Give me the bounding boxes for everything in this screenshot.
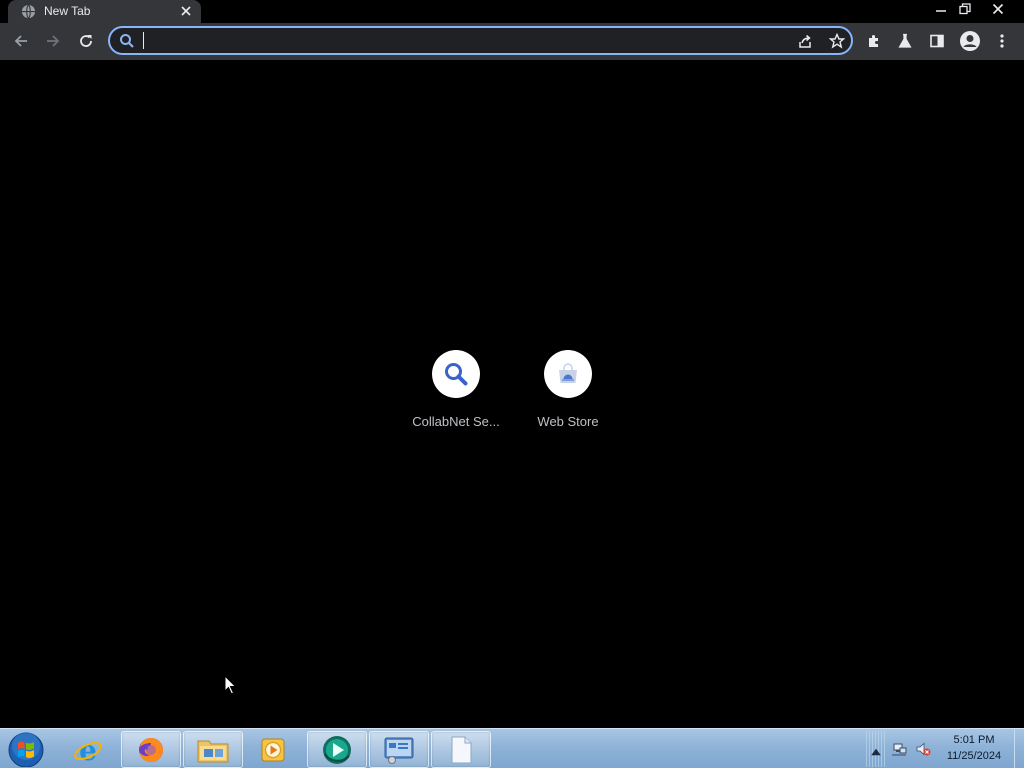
folder-icon: [197, 740, 229, 762]
tab-strip: New Tab: [0, 0, 1024, 23]
browser-menu-button[interactable]: [989, 28, 1015, 54]
shortcut-collabnet-search[interactable]: CollabNet Se...: [400, 350, 512, 440]
taskbar-media-player[interactable]: [243, 731, 303, 768]
share-button[interactable]: [792, 28, 818, 54]
globe-icon: [21, 4, 36, 19]
browser-toolbar: [0, 23, 1024, 60]
share-icon: [799, 34, 811, 48]
restore-button[interactable]: [950, 0, 980, 17]
shortcut-tile: [432, 350, 480, 398]
search-icon: [445, 363, 468, 386]
screen: New Tab CollabNet Se... Web Store e 5:01…: [0, 0, 1024, 768]
volume-muted-icon[interactable]: [915, 741, 931, 757]
window-close-button[interactable]: [983, 0, 1013, 17]
labs-button[interactable]: [892, 28, 918, 54]
clock-time: 5:01 PM: [953, 734, 995, 746]
firefox-icon: [139, 737, 163, 762]
tab-new-tab[interactable]: New Tab: [8, 0, 201, 23]
taskbar-document[interactable]: [431, 731, 491, 768]
tab-title: New Tab: [44, 4, 91, 18]
back-button[interactable]: [8, 28, 34, 54]
avatar-icon: [960, 31, 980, 51]
reload-icon: [80, 35, 92, 47]
show-hidden-icons-icon[interactable]: [868, 744, 884, 760]
kebab-menu-icon: [1000, 34, 1004, 48]
shortcut-web-store[interactable]: Web Store: [512, 350, 624, 440]
mouse-pointer-icon: [224, 675, 237, 695]
taskbar-control-panel[interactable]: [369, 731, 429, 768]
extensions-button[interactable]: [861, 28, 887, 54]
address-input[interactable]: [142, 31, 782, 51]
web-store-icon: [559, 363, 577, 383]
profile-button[interactable]: [957, 28, 983, 54]
side-panel-icon: [930, 34, 944, 48]
minimize-icon: [936, 9, 946, 12]
internet-explorer-icon: e: [74, 735, 102, 765]
text-caret: [143, 32, 144, 49]
arrow-right-icon: [47, 35, 60, 47]
close-icon: [992, 3, 1004, 14]
shortcut-label: Web Store: [537, 414, 599, 429]
omnibox[interactable]: [108, 26, 853, 55]
puzzle-icon: [869, 35, 878, 47]
start-button[interactable]: [6, 731, 46, 768]
shortcut-tile: [544, 350, 592, 398]
taskbar-firefox[interactable]: [121, 731, 181, 768]
document-icon: [451, 736, 472, 763]
taskbar: e 5:01 PM 11/25/2024: [0, 728, 1024, 768]
close-icon[interactable]: [178, 3, 194, 19]
star-icon: [829, 33, 845, 49]
forward-button[interactable]: [40, 28, 66, 54]
control-panel-icon: [384, 737, 414, 764]
show-desktop-button[interactable]: [1014, 729, 1024, 768]
flask-icon: [898, 33, 912, 48]
side-panel-button[interactable]: [924, 28, 950, 54]
reload-button[interactable]: [73, 28, 99, 54]
windows-start-icon: [8, 732, 44, 768]
network-icon[interactable]: [891, 741, 907, 757]
taskbar-file-explorer[interactable]: [183, 731, 243, 768]
shortcut-label: CollabNet Se...: [412, 414, 500, 429]
taskbar-internet-explorer[interactable]: e: [58, 731, 118, 768]
taskbar-clock[interactable]: 5:01 PM 11/25/2024: [940, 732, 1008, 764]
bookmark-button[interactable]: [824, 28, 850, 54]
taskbar-app[interactable]: [307, 731, 367, 768]
restore-icon: [959, 2, 971, 14]
media-player-icon: [261, 738, 285, 761]
teal-app-icon: [323, 735, 351, 764]
search-icon: [119, 33, 135, 49]
svg-text:e: e: [79, 735, 97, 765]
clock-date: 11/25/2024: [946, 750, 1002, 762]
arrow-left-icon: [14, 35, 27, 47]
